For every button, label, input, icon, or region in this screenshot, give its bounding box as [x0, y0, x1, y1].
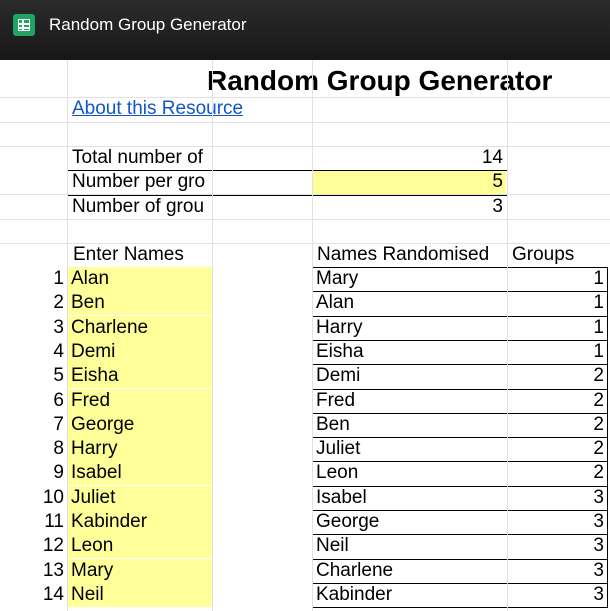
- randomised-name-cell[interactable]: Eisha: [313, 340, 507, 364]
- name-input-cell[interactable]: Alan: [68, 267, 212, 291]
- group-cell[interactable]: 3: [508, 486, 607, 510]
- cell-border: [312, 510, 608, 511]
- group-cell[interactable]: 1: [508, 291, 607, 315]
- gridline-horizontal: [0, 146, 610, 147]
- randomised-name-cell[interactable]: Fred: [313, 389, 507, 413]
- cell-border: [312, 340, 608, 341]
- group-cell[interactable]: 2: [508, 461, 607, 485]
- randomised-name-cell[interactable]: Leon: [313, 461, 507, 485]
- cell-border: [607, 267, 608, 608]
- randomised-name-cell[interactable]: Neil: [313, 534, 507, 558]
- cell-border: [312, 413, 608, 414]
- group-cell[interactable]: 2: [508, 413, 607, 437]
- group-cell[interactable]: 3: [508, 559, 607, 583]
- name-input-cell[interactable]: Demi: [68, 340, 212, 364]
- gridline-horizontal: [0, 122, 610, 123]
- header-enter-names: Enter Names: [73, 244, 184, 265]
- summary-value[interactable]: 5: [313, 170, 506, 194]
- cell-border: [312, 583, 608, 584]
- group-cell[interactable]: 1: [508, 340, 607, 364]
- randomised-name-cell[interactable]: Kabinder: [313, 583, 507, 607]
- name-input-cell[interactable]: Fred: [68, 389, 212, 413]
- randomised-name-cell[interactable]: Harry: [313, 316, 507, 340]
- spreadsheet-grid[interactable]: Random Group Generator About this Resour…: [0, 60, 610, 611]
- header-groups: Groups: [512, 244, 575, 265]
- gridline-vertical: [212, 60, 213, 611]
- group-cell[interactable]: 2: [508, 437, 607, 461]
- row-number[interactable]: 9: [0, 461, 64, 485]
- cell-border: [312, 437, 608, 438]
- name-input-cell[interactable]: Juliet: [68, 486, 212, 510]
- name-input-cell[interactable]: Kabinder: [68, 510, 212, 534]
- randomised-name-cell[interactable]: Charlene: [313, 559, 507, 583]
- group-cell[interactable]: 2: [508, 364, 607, 388]
- cell-border: [312, 534, 608, 535]
- window-title: Random Group Generator: [49, 15, 247, 34]
- randomised-name-cell[interactable]: Mary: [313, 267, 507, 291]
- name-input-cell[interactable]: Eisha: [68, 364, 212, 388]
- gridline-horizontal: [0, 97, 610, 98]
- group-cell[interactable]: 3: [508, 583, 607, 607]
- header-names-randomised: Names Randomised: [317, 244, 490, 265]
- row-number[interactable]: 5: [0, 364, 64, 388]
- row-number[interactable]: 12: [0, 534, 64, 558]
- name-input-cell[interactable]: Neil: [68, 583, 212, 607]
- gridline-horizontal: [0, 243, 610, 244]
- randomised-name-cell[interactable]: Juliet: [313, 437, 507, 461]
- group-cell[interactable]: 2: [508, 389, 607, 413]
- row-number[interactable]: 1: [0, 267, 64, 291]
- row-number[interactable]: 4: [0, 340, 64, 364]
- about-resource-link[interactable]: About this Resource: [72, 97, 243, 121]
- summary-value[interactable]: 3: [313, 195, 506, 219]
- cell-border: [312, 291, 608, 292]
- summary-label[interactable]: Total number of: [69, 146, 214, 170]
- group-cell[interactable]: 3: [508, 534, 607, 558]
- row-number[interactable]: 14: [0, 583, 64, 607]
- sheets-icon: [13, 14, 35, 36]
- row-number[interactable]: 8: [0, 437, 64, 461]
- row-number[interactable]: 10: [0, 486, 64, 510]
- cell-border: [312, 364, 608, 365]
- randomised-name-cell[interactable]: Demi: [313, 364, 507, 388]
- cell-border: [67, 170, 508, 171]
- randomised-name-cell[interactable]: Ben: [313, 413, 507, 437]
- row-number[interactable]: 7: [0, 413, 64, 437]
- cell-border: [312, 267, 608, 268]
- name-input-cell[interactable]: Mary: [68, 559, 212, 583]
- row-number[interactable]: 2: [0, 291, 64, 315]
- gridline-vertical: [507, 60, 508, 611]
- cell-border: [67, 195, 508, 196]
- row-number[interactable]: 3: [0, 316, 64, 340]
- name-input-cell[interactable]: Isabel: [68, 461, 212, 485]
- window-titlebar: Random Group Generator: [0, 0, 610, 60]
- cell-border: [312, 389, 608, 390]
- summary-value[interactable]: 14: [313, 146, 506, 170]
- summary-label[interactable]: Number per gro: [69, 170, 214, 194]
- cell-border: [312, 559, 608, 560]
- group-cell[interactable]: 1: [508, 316, 607, 340]
- randomised-name-cell[interactable]: Isabel: [313, 486, 507, 510]
- row-number[interactable]: 13: [0, 559, 64, 583]
- gridline-vertical: [67, 60, 68, 611]
- randomised-name-cell[interactable]: Alan: [313, 291, 507, 315]
- summary-label[interactable]: Number of grou: [69, 195, 214, 219]
- sheet-title: Random Group Generator: [207, 65, 553, 96]
- randomised-name-cell[interactable]: George: [313, 510, 507, 534]
- cell-border: [312, 316, 608, 317]
- group-cell[interactable]: 3: [508, 510, 607, 534]
- group-cell[interactable]: 1: [508, 267, 607, 291]
- cell-border: [312, 486, 608, 487]
- gridline-horizontal: [0, 194, 610, 195]
- name-input-cell[interactable]: Ben: [68, 291, 212, 315]
- cell-border: [312, 461, 608, 462]
- name-input-cell[interactable]: Leon: [68, 534, 212, 558]
- gridline-horizontal: [0, 219, 610, 220]
- cell-border: [312, 607, 608, 608]
- row-number[interactable]: 11: [0, 510, 64, 534]
- name-input-cell[interactable]: Charlene: [68, 316, 212, 340]
- gridline-vertical: [312, 60, 313, 611]
- name-input-cell[interactable]: Harry: [68, 437, 212, 461]
- row-number[interactable]: 6: [0, 389, 64, 413]
- name-input-cell[interactable]: George: [68, 413, 212, 437]
